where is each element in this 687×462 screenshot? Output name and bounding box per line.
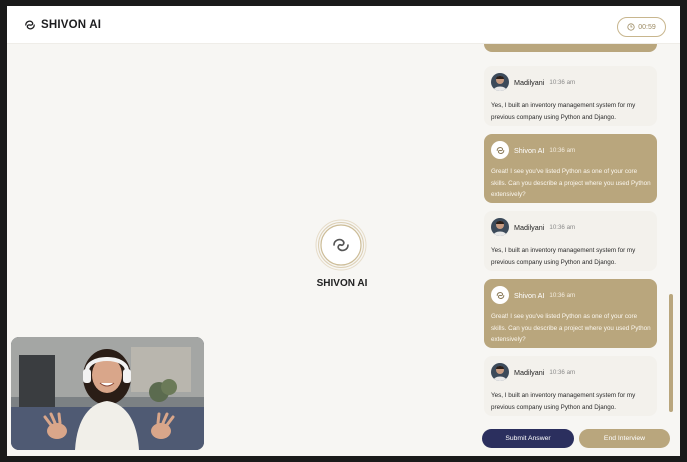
ai-title: SHIVON AI — [316, 278, 368, 289]
user-avatar-icon — [491, 218, 509, 236]
chat-message: Shivon AI 10:36 am Great! I see you've l… — [484, 134, 657, 203]
message-text: Great! I see you've listed Python as one… — [491, 313, 651, 343]
message-time: 10:36 am — [549, 146, 576, 154]
candidate-video-frame — [11, 337, 204, 450]
chat-message: Shivon AI 10:36 am Great! I see you've l… — [484, 279, 657, 348]
brand: SHIVON AI — [23, 18, 101, 32]
chat-panel[interactable]: Madilyani 10:36 am Yes, I built an inven… — [476, 44, 665, 417]
chat-message — [484, 44, 657, 52]
message-time: 10:36 am — [549, 78, 576, 86]
timer-badge: 00:59 — [617, 17, 666, 37]
sender-name: Madilyani — [514, 367, 545, 377]
message-header: Madilyani 10:36 am — [491, 73, 575, 91]
user-avatar-icon — [491, 73, 509, 91]
swirl-logo-icon — [315, 219, 367, 271]
avatar — [491, 286, 509, 304]
chat-message: Madilyani 10:36 am Yes, I built an inven… — [484, 356, 657, 416]
clock-icon — [627, 23, 635, 31]
message-time: 10:36 am — [549, 291, 576, 299]
avatar — [491, 218, 509, 236]
message-text: Yes, I built an inventory management sys… — [491, 102, 636, 121]
sender-name: Shivon AI — [514, 145, 545, 155]
ai-logo — [315, 219, 367, 271]
avatar — [491, 363, 509, 381]
message-header: Madilyani 10:36 am — [491, 363, 575, 381]
message-text: Great! I see you've listed Python as one… — [491, 168, 651, 198]
avatar — [491, 141, 509, 159]
sender-name: Shivon AI — [514, 290, 545, 300]
message-header: Madilyani 10:36 am — [491, 218, 575, 236]
brand-name: SHIVON AI — [41, 19, 102, 31]
sender-name: Madilyani — [514, 77, 545, 87]
chat-message: Madilyani 10:36 am Yes, I built an inven… — [484, 211, 657, 271]
avatar — [491, 73, 509, 91]
submit-answer-button[interactable]: Submit Answer — [482, 429, 574, 448]
top-bar: SHIVON AI 00:59 — [7, 6, 680, 44]
interview-app: SHIVON AI 00:59 SHIVON AI Madilyani 10:3… — [7, 6, 680, 456]
swirl-logo-icon — [496, 291, 504, 299]
chat-scrollbar[interactable] — [669, 294, 673, 412]
swirl-logo-icon — [496, 146, 504, 154]
user-avatar-icon — [491, 363, 509, 381]
message-header: Shivon AI 10:36 am — [491, 286, 575, 304]
sender-name: Madilyani — [514, 222, 545, 232]
message-time: 10:36 am — [549, 223, 576, 231]
end-interview-button[interactable]: End Interview — [579, 429, 670, 448]
message-text: Yes, I built an inventory management sys… — [491, 247, 636, 266]
message-time: 10:36 am — [549, 368, 576, 376]
swirl-logo-icon — [25, 20, 35, 30]
message-header: Shivon AI 10:36 am — [491, 141, 575, 159]
candidate-video — [11, 337, 204, 450]
chat-message: Madilyani 10:36 am Yes, I built an inven… — [484, 66, 657, 126]
timer-value: 00:59 — [638, 23, 656, 31]
message-text: Yes, I built an inventory management sys… — [491, 392, 636, 411]
